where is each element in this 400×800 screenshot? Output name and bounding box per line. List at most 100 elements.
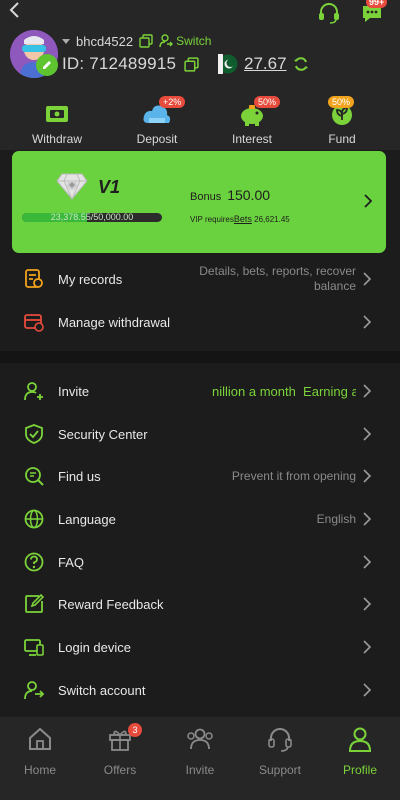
switch-button[interactable]: Switch: [159, 34, 211, 48]
nav-profile[interactable]: Profile: [320, 723, 400, 777]
bets-link[interactable]: Bets: [234, 214, 252, 224]
withdraw-icon: [46, 106, 68, 122]
chevron-right-icon: [364, 194, 373, 208]
chevron-right-icon: [363, 597, 372, 611]
chevron-right-icon: [363, 683, 372, 697]
chevron-right-icon: [363, 427, 372, 441]
headset-icon: [268, 728, 292, 752]
bonus-label: Bonus: [190, 191, 222, 203]
profile-icon: [348, 727, 372, 752]
chevron-down-icon[interactable]: [62, 38, 70, 44]
menu-item-find-us[interactable]: Find us Prevent it from opening: [0, 455, 400, 497]
switch-user-icon: [22, 678, 46, 702]
menu-item-my-records[interactable]: My records Details, bets, reports, recov…: [0, 258, 400, 300]
chevron-right-icon: [363, 272, 372, 286]
menu-label: Find us: [58, 468, 101, 484]
user-id-row: ID: 712489915: [62, 53, 199, 75]
diamond-icon: [56, 173, 88, 200]
fund-label: Fund: [328, 132, 356, 146]
nav-label: Support: [258, 763, 302, 777]
chevron-right-icon: [363, 469, 372, 483]
nav-label: Home: [23, 763, 56, 777]
records-icon: [22, 267, 46, 291]
home-icon: [29, 727, 51, 750]
chevron-right-icon: [363, 512, 372, 526]
nav-label: Offers: [103, 763, 137, 777]
vip-requirement: VIP requiresBets 26,621.45: [190, 214, 290, 224]
nav-offers[interactable]: 3 Offers: [80, 723, 160, 777]
menu-label: Language: [58, 511, 116, 527]
invite-icon: [22, 379, 46, 403]
username-row: bhcd4522 Switch: [62, 32, 211, 50]
menu-item-invite[interactable]: Invite nillion a month Earning a: [0, 370, 400, 412]
interest-badge: 50%: [254, 96, 281, 108]
offers-badge: 3: [128, 723, 142, 737]
menu-label: Security Center: [58, 426, 148, 442]
user-id: ID: 712489915: [62, 54, 177, 73]
menu-item-faq[interactable]: FAQ: [0, 541, 400, 583]
back-icon: [9, 2, 19, 18]
copy-icon[interactable]: [139, 34, 153, 48]
vip-progress-text: 23,378.55/50,000.00: [50, 213, 134, 222]
notification-badge: 99+: [366, 0, 388, 8]
username: bhcd4522: [76, 33, 134, 49]
pencil-icon: [43, 61, 51, 69]
bonus-value: 150.00: [227, 187, 271, 203]
menu-item-switch-account[interactable]: Switch account: [0, 669, 400, 711]
menu-label: FAQ: [58, 554, 85, 570]
bonus-row: Bonus 150.00: [190, 187, 270, 203]
vip-requires-label: VIP requires: [190, 215, 234, 224]
vip-requires-value: 26,621.45: [254, 215, 290, 224]
section-divider: [0, 351, 400, 363]
vip-card[interactable]: V1 Bonus 150.00 23,378.55/50,000.00 VIP r…: [12, 151, 386, 253]
copy-icon[interactable]: [184, 56, 199, 72]
shield-icon: [22, 422, 46, 446]
menu-label: Reward Feedback: [58, 596, 164, 612]
menu-item-manage-withdrawal[interactable]: Manage withdrawal: [0, 301, 400, 343]
fund-button[interactable]: 50% Fund: [302, 96, 382, 146]
nav-invite[interactable]: Invite: [160, 723, 240, 777]
balance-amount[interactable]: 27.67: [244, 54, 287, 74]
menu-value: English: [316, 512, 356, 526]
menu-item-reward-feedback[interactable]: Reward Feedback: [0, 583, 400, 625]
deposit-badge: +2%: [159, 96, 186, 108]
balance-row: 27.67: [218, 53, 309, 75]
users-icon: [187, 728, 213, 750]
vip-level: V1: [98, 177, 121, 197]
chevron-right-icon: [363, 640, 372, 654]
menu-value: Details, bets, reports, recover balance: [199, 264, 356, 293]
find-us-icon: [22, 464, 46, 488]
menu-label: Invite: [58, 383, 90, 399]
support-header-button[interactable]: [317, 2, 343, 24]
fund-badge: 50%: [328, 96, 355, 108]
menu-item-language[interactable]: Language English: [0, 498, 400, 540]
nav-support[interactable]: Support: [240, 723, 320, 777]
switch-user-icon: [159, 34, 174, 48]
vip-progress-bar: 23,378.55/50,000.00: [22, 213, 162, 222]
chevron-right-icon: [363, 315, 372, 329]
withdraw-label: Withdraw: [31, 132, 82, 146]
menu-item-login-device[interactable]: Login device: [0, 626, 400, 668]
menu-value: Prevent it from opening: [231, 469, 356, 483]
nav-home[interactable]: Home: [0, 723, 80, 777]
deposit-button[interactable]: +2% Deposit: [117, 96, 197, 146]
menu-value-marquee: nillion a month Earning a: [212, 383, 356, 399]
deposit-label: Deposit: [136, 132, 178, 146]
device-icon: [22, 635, 46, 659]
nav-label: Invite: [185, 763, 215, 777]
menu-label: Switch account: [58, 682, 146, 698]
nav-label: Profile: [342, 763, 377, 777]
globe-icon: [22, 507, 46, 531]
edit-avatar-button[interactable]: [36, 54, 58, 76]
edit-icon: [22, 592, 46, 616]
withdraw-button[interactable]: Withdraw: [17, 100, 97, 146]
back-button[interactable]: [8, 0, 28, 22]
interest-button[interactable]: 50% Interest: [212, 96, 292, 146]
manage-withdrawal-icon: [22, 310, 46, 334]
menu-item-security-center[interactable]: Security Center: [0, 413, 400, 455]
menu-label: Manage withdrawal: [58, 314, 171, 330]
refresh-icon[interactable]: [293, 56, 309, 72]
chevron-right-icon: [363, 384, 372, 398]
menu-label: Login device: [58, 639, 131, 655]
switch-label: Switch: [176, 34, 212, 48]
